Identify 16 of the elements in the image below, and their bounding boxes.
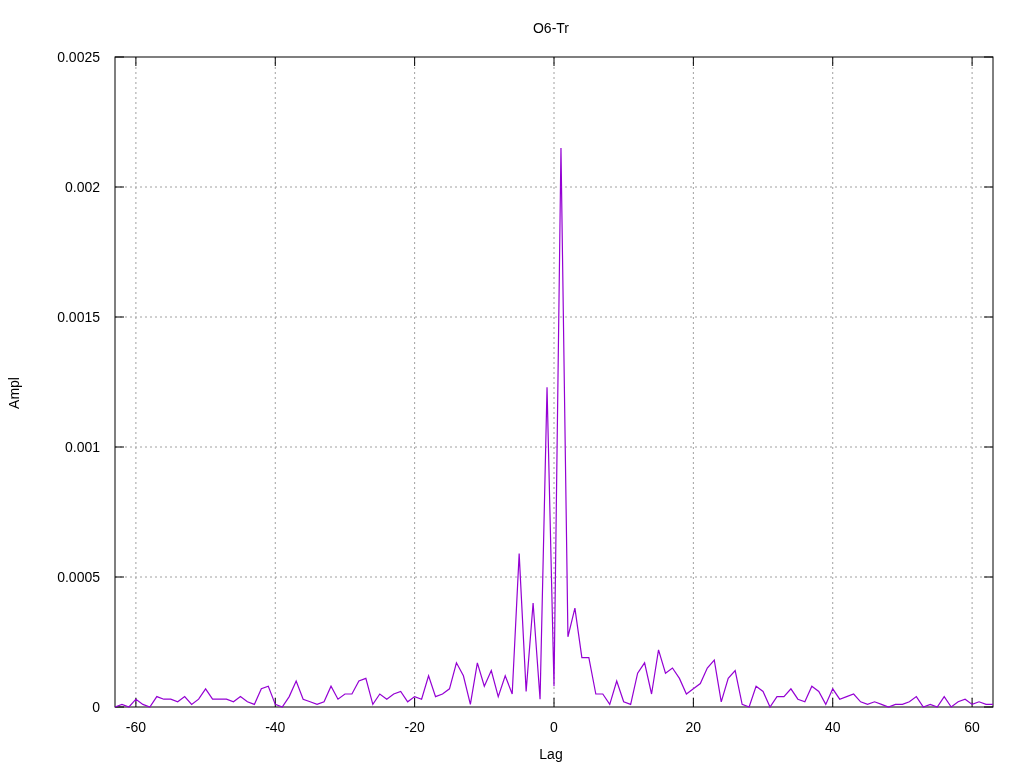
y-tick-label: 0.001: [64, 439, 100, 455]
y-axis-label: Ampl: [6, 377, 22, 409]
y-tick-label: 0: [92, 699, 100, 715]
x-tick-label: -20: [404, 719, 425, 735]
y-tick-label: 0.0015: [57, 309, 100, 325]
y-tick-label: 0.002: [64, 179, 100, 195]
x-tick-label: 40: [824, 719, 841, 735]
chart-title: O6-Tr: [533, 20, 569, 36]
x-tick-label: 60: [964, 719, 980, 735]
x-tick-label: 0: [550, 719, 558, 735]
x-tick-label: -40: [265, 719, 286, 735]
x-tick-label: 20: [685, 719, 702, 735]
y-tick-label: 0.0005: [57, 569, 100, 585]
x-tick-label: -60: [125, 719, 146, 735]
y-tick-label: 0.0025: [57, 49, 100, 65]
x-axis-label: Lag: [539, 746, 563, 762]
